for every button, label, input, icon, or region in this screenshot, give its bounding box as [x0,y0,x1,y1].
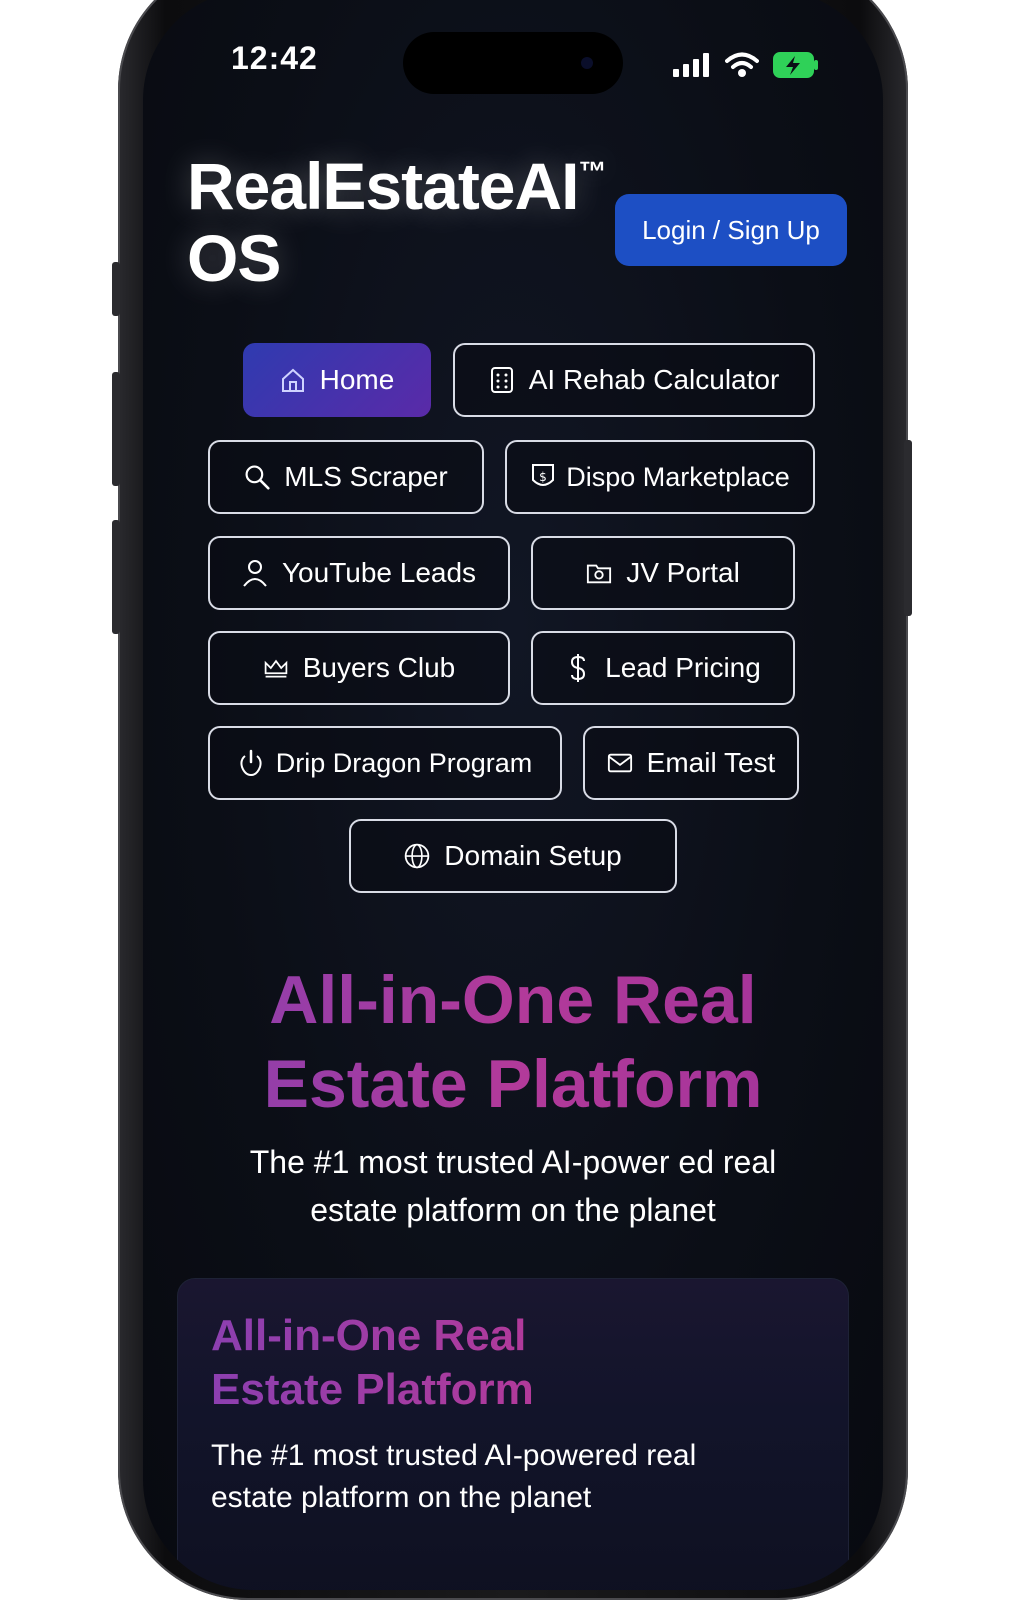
nav-home[interactable]: Home [243,343,431,417]
power-button [904,440,912,616]
nav-mls-scraper[interactable]: MLS Scraper [208,440,484,514]
nav-home-label: Home [319,364,395,395]
brand-suffix: OS [187,221,281,295]
nav-email-test-label: Email Test [646,747,776,778]
front-camera-icon [581,57,593,69]
feature-card: All-in-One Real Estate Platform The #1 m… [177,1278,849,1590]
nav-drip-dragon-label: Drip Dragon Program [275,747,533,778]
hero-title-line1: All-in-One Real [269,962,757,1038]
brand-name: RealEstateAI [187,149,580,223]
nav-dispo-marketplace[interactable]: $ Dispo Marketplace [505,440,815,514]
dollar-icon [565,654,591,682]
nav-ai-rehab-calculator[interactable]: AI Rehab Calculator [453,343,815,417]
battery-charging-icon [773,52,818,78]
card-subtitle-line2: estate platform on the planet [211,1481,592,1514]
signal-icon [673,53,709,77]
nav-mls-scraper-label: MLS Scraper [284,461,448,492]
user-icon [242,560,268,587]
nav-youtube-leads[interactable]: YouTube Leads [208,536,510,610]
login-signup-button[interactable]: Login / Sign Up [615,194,847,266]
hero-title: All-in-One Real Estate Platform [183,958,843,1126]
hero-subtitle: The #1 most trusted AI-power ed real est… [183,1138,843,1234]
folder-gear-icon [586,560,612,586]
badge-icon: $ [530,464,556,490]
card-title-line1: All-in-One Real [211,1311,527,1360]
volume-up-button [112,372,120,486]
status-time: 12:42 [231,40,318,76]
action-button [112,262,120,316]
screen: 12:42 RealEstateAI™ OS Login / Sign Up H… [143,0,883,1590]
volume-down-button [112,520,120,634]
nav-lead-pricing[interactable]: Lead Pricing [531,631,795,705]
nav-drip-dragon-program[interactable]: Drip Dragon Program [208,726,562,800]
hero-title-line2: Estate Platform [263,1046,763,1122]
nav-domain-setup[interactable]: Domain Setup [349,819,677,893]
nav-jv-portal[interactable]: JV Portal [531,536,795,610]
card-title: All-in-One Real Estate Platform [211,1309,534,1417]
nav-domain-setup-label: Domain Setup [444,840,622,871]
wifi-icon [725,52,759,77]
trademark-symbol: ™ [578,156,607,187]
nav-ai-rehab-label: AI Rehab Calculator [528,364,780,395]
home-icon [280,367,306,393]
card-title-line2: Estate Platform [211,1365,534,1414]
nav-youtube-leads-label: YouTube Leads [281,557,477,588]
power-icon [238,749,264,777]
dynamic-island [403,32,623,94]
nav-lead-pricing-label: Lead Pricing [605,652,761,683]
crown-icon [263,655,289,681]
mail-icon [607,750,633,776]
card-subtitle-line1: The #1 most trusted AI-powered real [211,1439,697,1472]
nav-email-test[interactable]: Email Test [583,726,799,800]
card-subtitle: The #1 most trusted AI-powered real esta… [211,1435,811,1519]
search-icon [244,464,270,490]
hero-subtitle-line2: estate platform on the planet [310,1192,716,1228]
hero-subtitle-line1: The #1 most trusted AI-power ed real [249,1144,777,1180]
nav-buyers-club[interactable]: Buyers Club [208,631,510,705]
status-icons [673,52,819,78]
svg-text:$: $ [539,470,547,484]
nav-jv-portal-label: JV Portal [626,557,740,588]
nav-dispo-label: Dispo Marketplace [566,461,790,492]
globe-icon [404,843,430,869]
brand-logo: RealEstateAI™ OS [187,149,607,295]
calculator-icon [489,367,515,393]
nav-buyers-club-label: Buyers Club [302,652,456,683]
